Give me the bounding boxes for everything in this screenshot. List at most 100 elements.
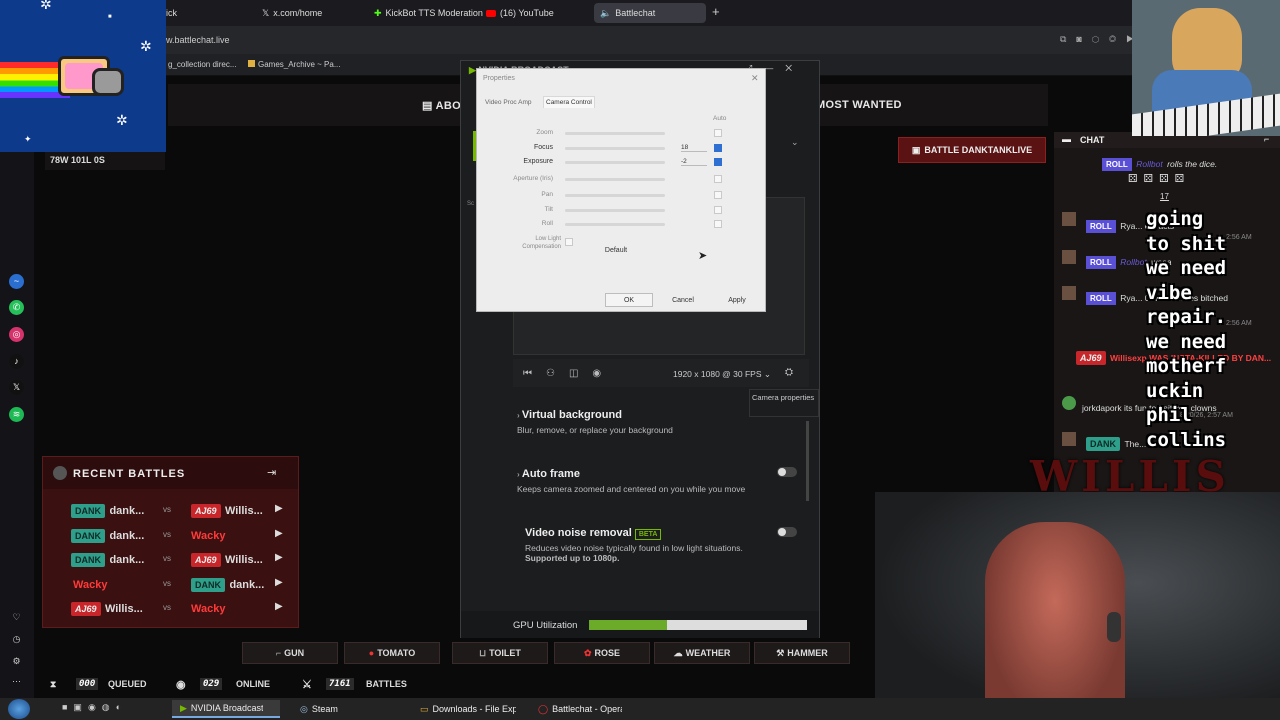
bookmark-item[interactable]: g_collection direc...: [168, 60, 236, 69]
feature-auto-frame[interactable]: › Auto frame Keeps camera zoomed and cen…: [517, 468, 787, 494]
camera-icon[interactable]: ◫: [569, 368, 578, 379]
left-player: AJ69 Willis...: [71, 599, 143, 617]
tab-video-proc-amp[interactable]: Video Proc Amp: [485, 99, 532, 106]
tool-tomato-button[interactable]: ● TOMATO: [344, 642, 440, 664]
new-tab-button[interactable]: +: [712, 4, 720, 19]
browser-tab[interactable]: (16) YouTube: [480, 3, 560, 23]
property-slider[interactable]: [565, 132, 665, 135]
more-icon[interactable]: ⋯: [9, 674, 24, 689]
taskbar-item[interactable]: ◎ Steam: [292, 700, 400, 718]
feature-video-noise-removal[interactable]: Video noise removal BETA Reduces video n…: [525, 527, 785, 563]
vs-label: vs: [163, 603, 171, 612]
auto-checkbox[interactable]: [714, 144, 722, 152]
feature-virtual-background[interactable]: › Virtual background Blur, remove, or re…: [517, 409, 673, 435]
battle-row[interactable]: DANK dank... vs AJ69 Willis... ▶: [51, 501, 291, 523]
property-slider[interactable]: [565, 161, 665, 164]
heart-icon[interactable]: ♡: [9, 610, 24, 625]
camera-properties-icon[interactable]: ⛭: [785, 367, 793, 378]
hammer-icon: ⚒: [776, 647, 785, 658]
auto-checkbox[interactable]: [714, 158, 722, 166]
skull-icon: [53, 466, 67, 480]
skip-icon[interactable]: ⏮: [523, 368, 532, 379]
property-value[interactable]: -2: [681, 158, 707, 166]
battle-row[interactable]: AJ69 Willis... vs Wacky ▶: [51, 599, 291, 621]
browser-tab[interactable]: ✚ KickBot TTS Moderation: [368, 3, 489, 23]
nav-item-most-wanted[interactable]: MOST WANTED: [816, 99, 902, 111]
spotify-icon[interactable]: ≋: [9, 407, 24, 422]
star-icon: ✲: [40, 0, 52, 12]
streamer-face: [985, 522, 1125, 720]
bookmark-item[interactable]: Games_Archive ~ Pa...: [258, 60, 340, 69]
messenger-icon[interactable]: ~: [9, 274, 24, 289]
tool-rose-button[interactable]: ✿ ROSE: [554, 642, 650, 664]
cancel-button[interactable]: Cancel: [659, 293, 707, 307]
property-label: Roll: [541, 220, 553, 227]
low-light-checkbox[interactable]: [565, 238, 573, 246]
taskbar-item[interactable]: ▶ NVIDIA Broadcast: [172, 700, 280, 718]
settings-icon[interactable]: ⚙: [9, 654, 24, 669]
property-slider[interactable]: [565, 223, 665, 226]
auto-checkbox[interactable]: [714, 220, 722, 228]
scrollbar[interactable]: [806, 421, 809, 501]
taskbar-item[interactable]: ▭ Downloads - File Exp...: [412, 700, 524, 718]
speaker-icon: 🔈: [600, 7, 612, 18]
play-icon[interactable]: ▶: [275, 577, 283, 588]
auto-checkbox[interactable]: [714, 175, 722, 183]
default-button[interactable]: Default: [592, 243, 640, 257]
player-name: Willis...: [104, 603, 143, 615]
tab-camera-control[interactable]: Camera Control: [543, 96, 595, 108]
battle-button[interactable]: ▣ BATTLE DANKTANKLIVE: [898, 137, 1046, 163]
nav-item-about[interactable]: ▤ ABO: [422, 99, 461, 112]
people-icon[interactable]: ⚇: [546, 368, 555, 379]
auto-checkbox[interactable]: [714, 206, 722, 214]
close-icon[interactable]: ✕: [751, 73, 759, 84]
history-icon[interactable]: ◷: [9, 632, 24, 647]
toolbar-icons[interactable]: ⧉◙⬡◎▶: [1060, 34, 1143, 45]
battle-row[interactable]: DANK dank... vs Wacky ▶: [51, 526, 291, 548]
resolution-select[interactable]: 1920 x 1080 @ 30 FPS ⌄: [673, 369, 771, 380]
auto-checkbox[interactable]: [714, 191, 722, 199]
battle-row[interactable]: Wacky vs DANK dank... ▶: [51, 575, 291, 597]
auto-checkbox[interactable]: [714, 129, 722, 137]
browser-tab-active[interactable]: 🔈 Battlechat: [594, 3, 706, 23]
tool-weather-button[interactable]: ☁ WEATHER: [654, 642, 750, 664]
play-icon[interactable]: ▶: [275, 552, 283, 563]
battle-row[interactable]: DANK dank... vs AJ69 Willis... ▶: [51, 550, 291, 572]
property-slider[interactable]: [565, 209, 665, 212]
property-value[interactable]: 18: [681, 144, 707, 152]
x-icon[interactable]: 𝕏: [9, 380, 24, 395]
overlay-line: vibe: [1146, 281, 1192, 304]
property-slider[interactable]: [565, 147, 665, 150]
right-player: Wacky: [191, 599, 225, 617]
whatsapp-icon[interactable]: ✆: [9, 300, 24, 315]
tool-hammer-button[interactable]: ⚒ HAMMER: [754, 642, 850, 664]
property-slider[interactable]: [565, 194, 665, 197]
feature-desc: Keeps camera zoomed and centered on you …: [517, 484, 746, 494]
tool-gun-button[interactable]: ⌐ GUN: [242, 642, 338, 664]
play-icon[interactable]: ▶: [275, 601, 283, 612]
url-field[interactable]: w.battlechat.live: [166, 35, 230, 45]
taskbar-item[interactable]: ◯ Battlechat - Opera: [530, 700, 630, 718]
roll-badge: ROLL: [1102, 158, 1132, 171]
tool-toilet-button[interactable]: ⊔ TOILET: [452, 642, 548, 664]
apply-button[interactable]: Apply: [713, 293, 761, 307]
chat-message: ROLL Rollbot rolls the dice.: [1102, 154, 1217, 172]
browser-tab[interactable]: 𝕏x.com/home: [256, 3, 328, 23]
queued-label: QUEUED: [108, 679, 147, 689]
tiktok-icon[interactable]: ♪: [9, 354, 24, 369]
dropdown-chevron-icon[interactable]: ⌄: [791, 137, 799, 148]
property-slider[interactable]: [565, 178, 665, 181]
pinned-icons[interactable]: ■▣◉◍◐: [62, 702, 127, 713]
ok-button[interactable]: OK: [605, 293, 653, 307]
instagram-icon[interactable]: ◎: [9, 327, 24, 342]
play-icon[interactable]: ▶: [275, 528, 283, 539]
auto-frame-toggle[interactable]: [777, 467, 797, 477]
expand-icon[interactable]: ⇥: [267, 466, 276, 479]
streamer-webcam: [875, 492, 1280, 720]
noise-removal-toggle[interactable]: [777, 527, 797, 537]
start-button[interactable]: [8, 699, 30, 719]
play-icon[interactable]: ▶: [275, 503, 283, 514]
feature-title: Video noise removal BETA: [525, 527, 785, 540]
eye-icon[interactable]: ◉: [592, 368, 601, 379]
player-name: dank...: [109, 554, 145, 566]
